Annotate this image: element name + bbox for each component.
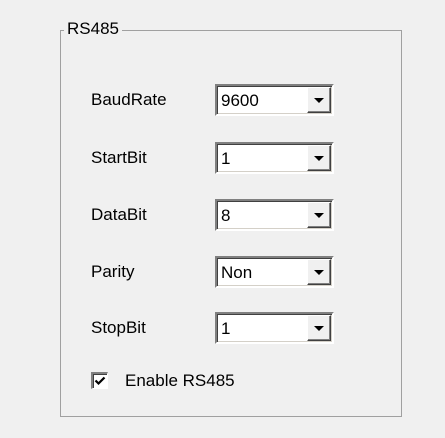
stopbit-label: StopBit — [91, 318, 146, 337]
chevron-down-icon — [314, 156, 324, 161]
baudrate-combobox[interactable]: 9600 — [215, 84, 334, 116]
chevron-down-icon — [314, 270, 324, 275]
chevron-down-icon — [314, 213, 324, 218]
parity-label: Parity — [91, 262, 135, 281]
enable-rs485-label[interactable]: Enable RS485 — [125, 370, 235, 392]
checkmark-icon — [94, 376, 106, 386]
baudrate-dropdown-button[interactable] — [307, 87, 331, 113]
groupbox-title: RS485 — [64, 18, 122, 40]
baudrate-value: 9600 — [221, 91, 259, 110]
stopbit-combobox[interactable]: 1 — [215, 312, 334, 344]
baudrate-label: BaudRate — [91, 90, 167, 109]
enable-rs485-checkbox[interactable] — [91, 372, 108, 389]
stopbit-dropdown-button[interactable] — [307, 315, 331, 341]
databit-combobox[interactable]: 8 — [215, 199, 334, 231]
parity-dropdown-button[interactable] — [307, 259, 331, 285]
startbit-value: 1 — [221, 149, 231, 168]
parity-combobox[interactable]: Non — [215, 256, 334, 288]
chevron-down-icon — [314, 326, 324, 331]
parity-value: Non — [221, 263, 253, 282]
databit-dropdown-button[interactable] — [307, 202, 331, 228]
startbit-label: StartBit — [91, 148, 147, 167]
chevron-down-icon — [314, 98, 324, 103]
databit-label: DataBit — [91, 205, 147, 224]
startbit-combobox[interactable]: 1 — [215, 142, 334, 174]
startbit-dropdown-button[interactable] — [307, 145, 331, 171]
stopbit-value: 1 — [221, 319, 231, 338]
databit-value: 8 — [221, 206, 231, 225]
